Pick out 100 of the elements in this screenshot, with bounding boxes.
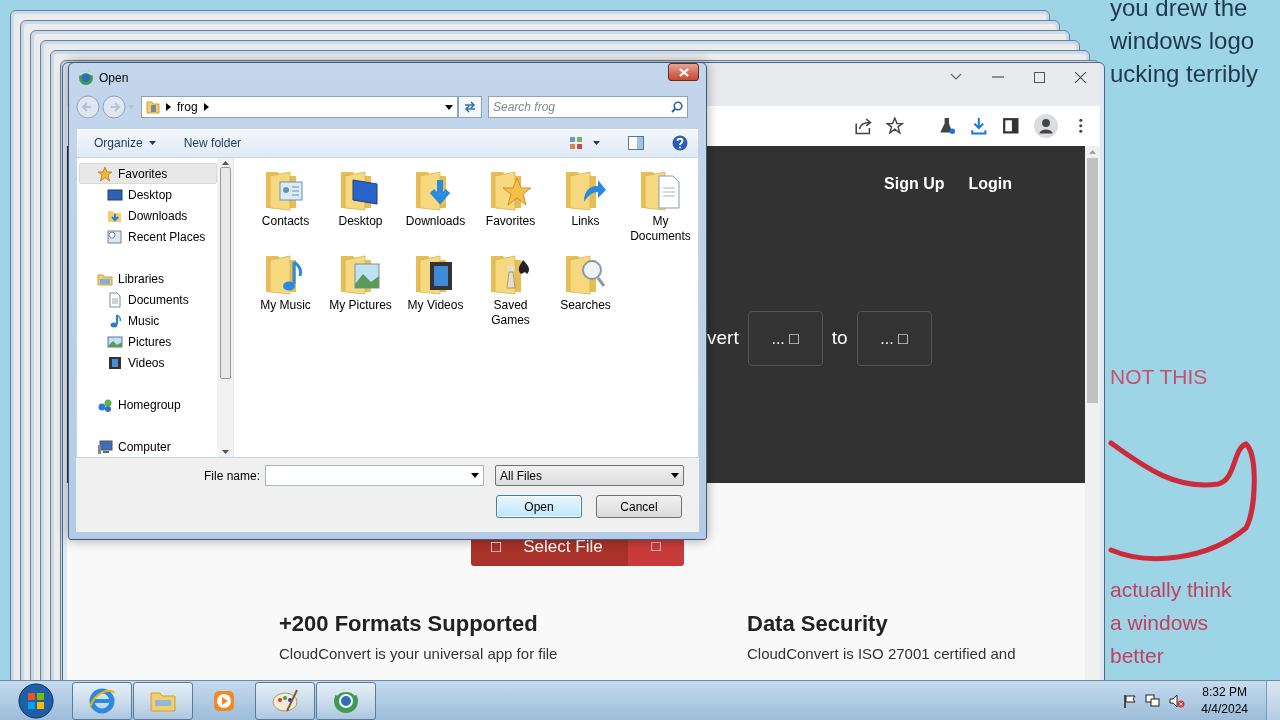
close-icon[interactable]: [1075, 71, 1086, 83]
preview-pane-icon[interactable]: [628, 136, 644, 150]
nav-item[interactable]: Desktop: [79, 184, 217, 205]
globe-icon: [332, 686, 360, 715]
nav-item[interactable]: Pictures: [79, 331, 217, 352]
scrollbar[interactable]: [217, 158, 233, 457]
close-icon: [678, 67, 689, 77]
converter-text: to: [831, 326, 848, 351]
browser-e-icon: [88, 686, 116, 715]
nav-picture-icon: [107, 333, 123, 350]
start-orb-icon: [17, 681, 55, 720]
search-field[interactable]: Search frog: [488, 96, 688, 118]
folder-icon: [146, 100, 160, 114]
nav-item[interactable]: Computer: [79, 436, 217, 457]
converter-text: vert: [707, 326, 739, 351]
chevron-icon[interactable]: [950, 73, 962, 81]
folder-item[interactable]: Searches: [548, 248, 623, 332]
folder-item[interactable]: My Pictures: [323, 248, 398, 332]
scroll-thumb[interactable]: [1087, 158, 1098, 403]
folder-item[interactable]: Links: [548, 164, 623, 248]
volume-muted-icon[interactable]: [1169, 693, 1186, 708]
folder-item[interactable]: Desktop: [323, 164, 398, 248]
feature-title: +200 Formats Supported: [279, 611, 539, 638]
desktop-note: NOT THIS: [1110, 364, 1209, 390]
feature-text: CloudConvert is ISO 27001 certified and: [747, 644, 1017, 665]
taskbar-app[interactable]: [255, 681, 315, 720]
view-icon[interactable]: [569, 136, 583, 150]
desktop-note: windows logo: [1110, 26, 1256, 56]
desktop-note: ucking terribly: [1110, 59, 1260, 89]
nav-item[interactable]: Recent Places: [79, 226, 217, 247]
folder-item[interactable]: Downloads: [398, 164, 473, 248]
taskbar-app[interactable]: [72, 681, 132, 720]
feature-text: CloudConvert is your universal app for file: [279, 644, 559, 665]
refresh-button[interactable]: [458, 96, 482, 118]
field-label: File name:: [204, 467, 261, 485]
dropdown-arrow-icon[interactable]: [445, 104, 453, 110]
download-icon[interactable]: [970, 117, 988, 135]
nav-item[interactable]: Music: [79, 310, 217, 331]
nav-monitor-icon: [107, 186, 123, 203]
nav-item[interactable]: Homegroup: [79, 394, 217, 415]
globe-icon: [78, 70, 94, 86]
clock-date[interactable]: 4/4/2024: [1201, 700, 1248, 718]
maximize-icon[interactable]: [1034, 71, 1045, 83]
scroll-thumb[interactable]: [219, 167, 231, 379]
scroll-up-icon: [1089, 150, 1096, 154]
separator-arrow-icon: [166, 103, 171, 111]
button-label: Select File: [523, 535, 603, 558]
refresh-icon: [463, 101, 477, 113]
toolbar-button[interactable]: New folder: [183, 134, 242, 152]
nav-item[interactable]: Videos: [79, 352, 217, 373]
taskbar-app[interactable]: [133, 681, 193, 720]
file-type-select[interactable]: All Files: [495, 465, 685, 486]
scroll-down-icon: [221, 450, 229, 454]
share-icon[interactable]: [854, 117, 872, 135]
star-icon[interactable]: [886, 117, 904, 135]
sidebar-icon[interactable]: [1002, 117, 1020, 135]
format-select[interactable]: ... □: [856, 311, 932, 366]
show-desktop-button[interactable]: [1266, 680, 1280, 720]
help-icon[interactable]: [672, 135, 688, 151]
network-icon[interactable]: [1145, 693, 1162, 708]
folder-item[interactable]: Saved Games: [473, 248, 548, 332]
flask-icon[interactable]: [938, 117, 956, 135]
file-icon: □: [491, 533, 502, 560]
dialog-button[interactable]: Cancel: [596, 495, 682, 518]
nav-window-icon: [107, 228, 123, 245]
folder-item[interactable]: My Videos: [398, 248, 473, 332]
nav-item[interactable]: Documents: [79, 289, 217, 310]
nav-star-icon: [97, 165, 113, 182]
folder-item[interactable]: My Documents: [623, 164, 698, 248]
nav-film-icon: [107, 354, 123, 371]
desktop-note: a windows: [1110, 610, 1210, 636]
nav-computer-icon: [97, 438, 113, 455]
scrollbar[interactable]: [1085, 146, 1100, 680]
close-button[interactable]: [668, 63, 699, 81]
clock-time[interactable]: 8:32 PM: [1202, 683, 1247, 701]
dropdown-arrow-icon: [671, 473, 680, 478]
separator-arrow-icon: [203, 103, 209, 111]
format-select[interactable]: ... □: [747, 311, 823, 366]
file-name-field[interactable]: [265, 465, 485, 486]
nav-link[interactable]: Login: [968, 172, 1012, 196]
nav-link[interactable]: Sign Up: [884, 172, 945, 196]
address-bar[interactable]: frog: [141, 96, 458, 118]
profile-icon[interactable]: [1034, 114, 1058, 138]
folder-item[interactable]: Contacts: [248, 164, 323, 248]
nav-item[interactable]: Favorites: [79, 163, 217, 184]
scroll-up-icon: [221, 161, 229, 165]
toolbar-button[interactable]: Organize: [94, 134, 156, 152]
dropdown-arrow-icon: [471, 473, 480, 478]
taskbar-app[interactable]: [316, 681, 376, 720]
feature-title: Data Security: [747, 611, 889, 638]
desktop-note: actually think: [1110, 577, 1233, 603]
flag-icon[interactable]: [1123, 693, 1138, 708]
dialog-button[interactable]: Open: [496, 495, 582, 518]
path-segment[interactable]: frog: [177, 98, 198, 116]
nav-item[interactable]: Libraries: [79, 268, 217, 289]
folder-item[interactable]: Favorites: [473, 164, 548, 248]
dialog-title: Open: [99, 70, 129, 87]
nav-document-icon: [107, 291, 123, 308]
nav-item[interactable]: Downloads: [79, 205, 217, 226]
folder-item[interactable]: My Music: [248, 248, 323, 332]
